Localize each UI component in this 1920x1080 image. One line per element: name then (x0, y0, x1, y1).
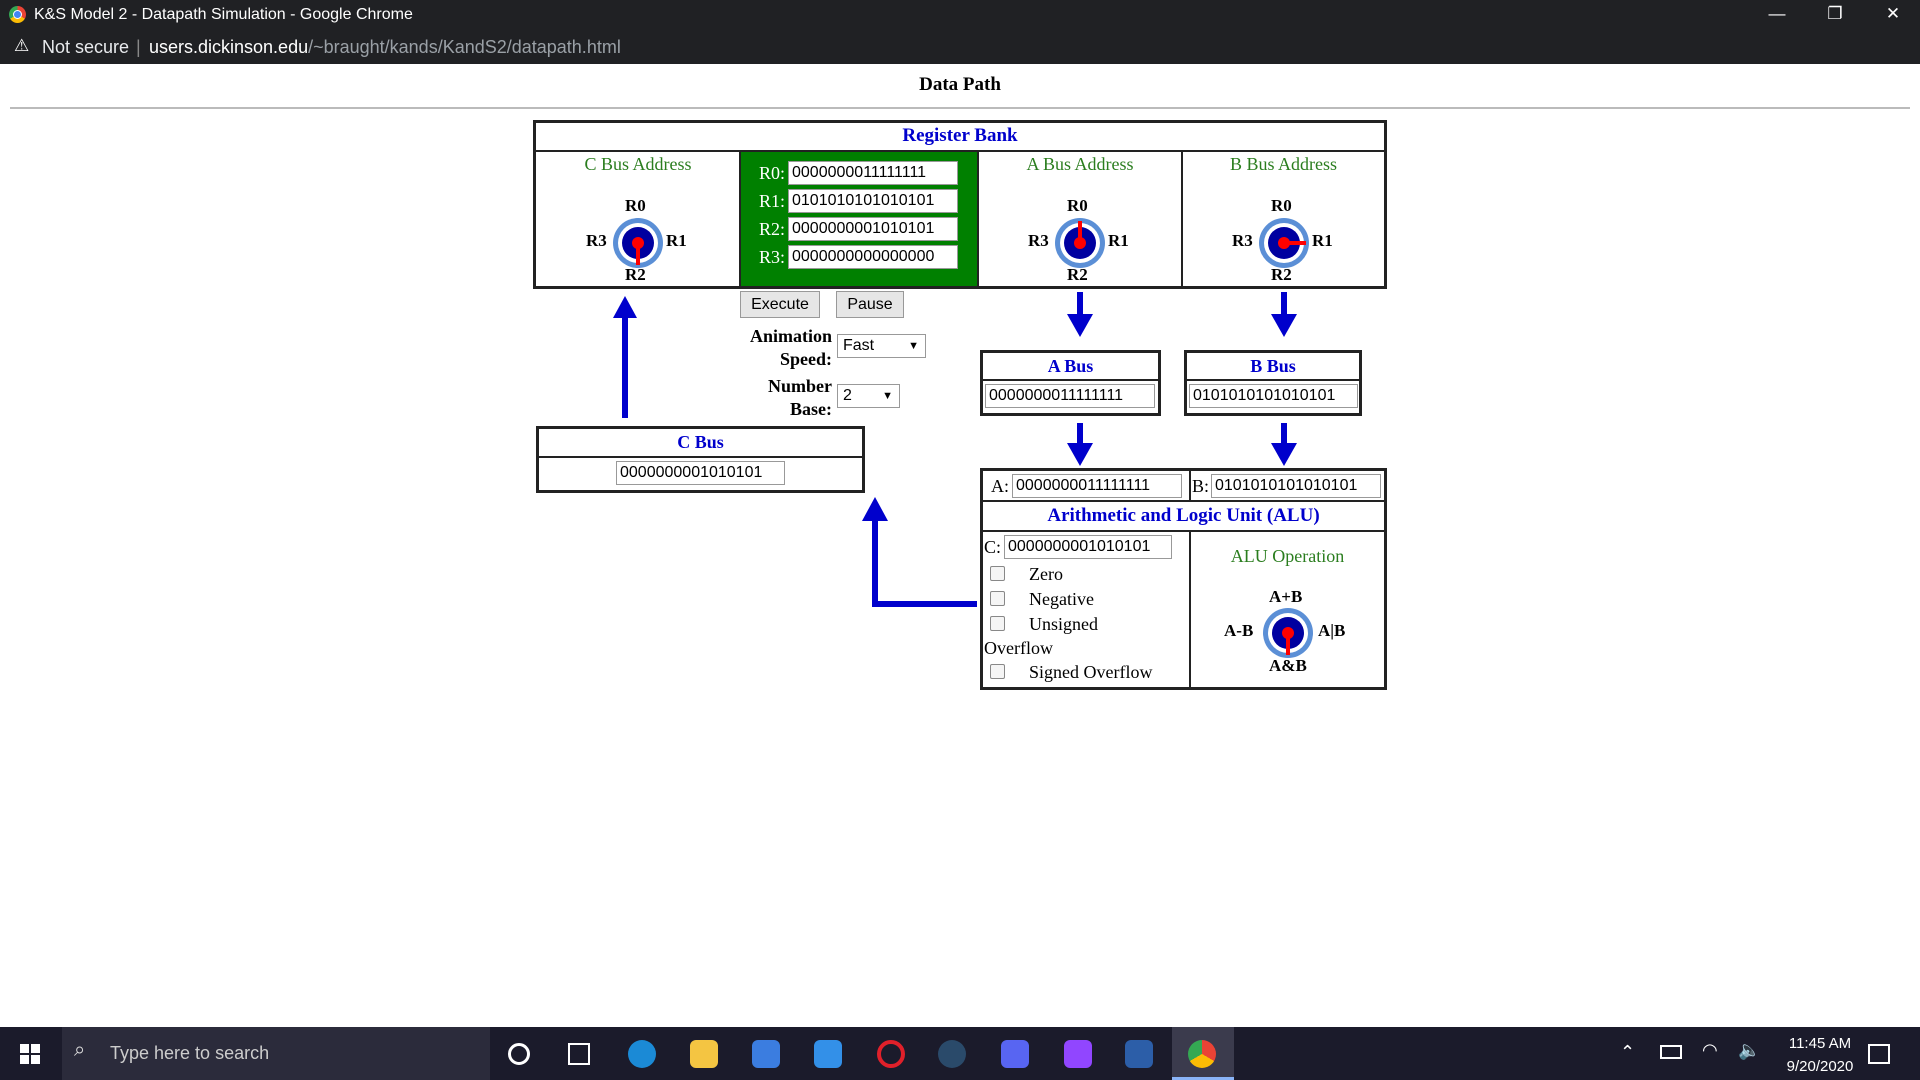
divider (983, 500, 1384, 502)
op-label-top: A+B (1269, 587, 1303, 606)
file-explorer-icon[interactable] (690, 1040, 718, 1068)
alu-c-label: C: (984, 537, 1002, 557)
alu-output-arrow-horizontal (872, 601, 977, 607)
unsigned-overflow-checkbox[interactable] (990, 616, 1005, 631)
datapath-arrows (613, 292, 1297, 607)
twitch-icon[interactable] (1064, 1040, 1092, 1068)
volume-icon[interactable]: 🔈 (1738, 1040, 1760, 1061)
steam-icon[interactable] (938, 1040, 966, 1068)
c-bus-arrow-head (613, 296, 637, 318)
mail-icon[interactable] (814, 1040, 842, 1068)
zero-checkbox[interactable] (990, 566, 1005, 581)
opera-icon[interactable] (877, 1040, 905, 1068)
search-placeholder: Type here to search (110, 1043, 270, 1063)
alu-b-field[interactable]: 0101010101010101 (1211, 474, 1381, 498)
discord-icon[interactable] (1001, 1040, 1029, 1068)
op-label-left: A-B (1224, 621, 1254, 640)
wifi-icon[interactable]: ◠ (1702, 1040, 1718, 1061)
b-bus-value-field[interactable]: 0101010101010101 (1189, 384, 1358, 408)
signed-overflow-checkbox[interactable] (990, 664, 1005, 679)
a-address-arrow-head (1067, 314, 1093, 337)
alu-b-label: B: (1192, 476, 1210, 496)
taskbar-time[interactable]: 11:45 AM (1770, 1035, 1870, 1052)
alu-c-field[interactable]: 0000000001010101 (1004, 535, 1172, 559)
op-label-right: A|B (1318, 621, 1346, 640)
battery-icon[interactable] (1660, 1045, 1682, 1059)
cortana-icon[interactable] (508, 1043, 530, 1065)
a-bus-arrow-head (1067, 443, 1093, 466)
search-icon: ⌕ (74, 1039, 86, 1061)
alu-operation-label: ALU Operation (1230, 546, 1345, 566)
edge-icon[interactable] (628, 1040, 656, 1068)
c-bus-title: C Bus (677, 432, 724, 452)
alu-operation-dial[interactable]: A+B A|B A&B A-B (1222, 585, 1354, 680)
alu-title: Arithmetic and Logic Unit (ALU) (1047, 505, 1320, 526)
a-bus-title: A Bus (1047, 356, 1094, 376)
b-address-arrow-head (1271, 314, 1297, 337)
divider (1189, 471, 1191, 501)
negative-flag-label: Negative (1029, 589, 1094, 609)
alu-a-field[interactable]: 0000000011111111 (1012, 474, 1182, 498)
store-icon[interactable] (752, 1040, 780, 1068)
chevron-up-icon[interactable]: ⌃ (1620, 1042, 1635, 1063)
notifications-icon[interactable] (1868, 1044, 1890, 1064)
divider (1187, 379, 1359, 381)
c-bus-arrow-shaft (622, 315, 628, 418)
alu-output-arrow-head (862, 497, 888, 521)
a-bus-value-field[interactable]: 0000000011111111 (985, 384, 1155, 408)
windows-start-icon[interactable] (20, 1044, 40, 1064)
dial-knob-icon (1263, 608, 1313, 658)
c-bus-value-field[interactable]: 0000000001010101 (616, 461, 785, 485)
divider (539, 456, 862, 458)
signed-overflow-flag-label: Signed Overflow (1029, 662, 1153, 682)
app-icon[interactable] (1125, 1040, 1153, 1068)
b-bus-title: B Bus (1250, 356, 1296, 376)
chrome-taskbar-icon[interactable] (1188, 1040, 1216, 1068)
b-bus-arrow-head (1271, 443, 1297, 466)
taskbar-search-box[interactable]: ⌕ Type here to search (62, 1027, 490, 1080)
unsigned-overflow-label: Overflow (984, 638, 1053, 658)
unsigned-flag-label: Unsigned (1029, 614, 1098, 634)
taskbar-date[interactable]: 9/20/2020 (1770, 1058, 1870, 1075)
zero-flag-label: Zero (1029, 564, 1063, 584)
divider (983, 379, 1158, 381)
negative-checkbox[interactable] (990, 591, 1005, 606)
task-view-icon[interactable] (568, 1043, 590, 1065)
alu-output-arrow-vertical (872, 519, 878, 607)
divider (983, 530, 1384, 532)
alu-a-label: A: (991, 476, 1009, 496)
